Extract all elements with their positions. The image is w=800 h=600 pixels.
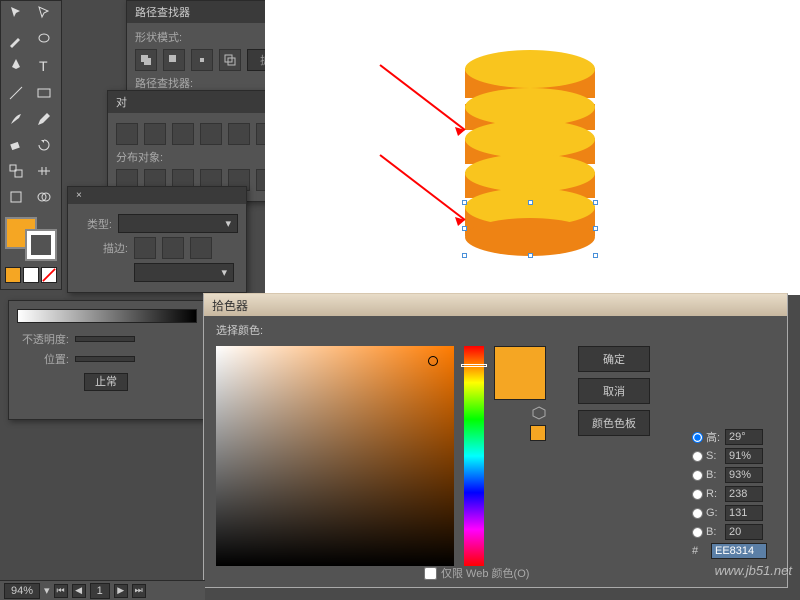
hue-slider[interactable] bbox=[464, 346, 484, 566]
selection-tool[interactable] bbox=[3, 3, 29, 25]
ok-button[interactable]: 确定 bbox=[578, 346, 650, 372]
color-picker-dialog: 拾色器 选择颜色: 确定 取消 颜色色板 高:29° S:91% B:93% R… bbox=[203, 293, 788, 588]
r-field[interactable]: 238 bbox=[725, 486, 763, 502]
h-radio[interactable] bbox=[692, 432, 703, 443]
align-right-icon[interactable] bbox=[172, 123, 194, 145]
swatch-fill[interactable] bbox=[5, 267, 21, 283]
web-only-input[interactable] bbox=[424, 567, 437, 580]
selection-handle[interactable] bbox=[593, 253, 598, 258]
align-vcenter-icon[interactable] bbox=[228, 123, 250, 145]
bb-field[interactable]: 20 bbox=[725, 524, 763, 540]
s-radio[interactable] bbox=[692, 451, 703, 462]
hex-field[interactable]: EE8314 bbox=[711, 543, 767, 559]
position-field[interactable] bbox=[75, 356, 135, 362]
intersect-icon[interactable] bbox=[191, 49, 213, 71]
scale-tool[interactable] bbox=[3, 160, 29, 182]
h-field[interactable]: 29° bbox=[725, 429, 763, 445]
swatch-none[interactable] bbox=[41, 267, 57, 283]
color-preview bbox=[494, 346, 546, 400]
stroke-icon[interactable] bbox=[190, 237, 212, 259]
zoom-field[interactable]: 94% bbox=[4, 583, 40, 599]
last-page-button[interactable]: ⏭ bbox=[132, 584, 146, 598]
s-field[interactable]: 91% bbox=[725, 448, 763, 464]
cancel-button[interactable]: 取消 bbox=[578, 378, 650, 404]
eraser-tool[interactable] bbox=[3, 134, 29, 156]
direct-select-tool[interactable] bbox=[31, 3, 57, 25]
unite-icon[interactable] bbox=[135, 49, 157, 71]
hue-marker[interactable] bbox=[461, 364, 487, 367]
stroke-label: 描边: bbox=[76, 240, 128, 256]
type-dropdown[interactable]: ▾ bbox=[118, 214, 238, 233]
web-only-checkbox[interactable]: 仅限 Web 颜色(O) bbox=[424, 565, 529, 581]
stroke-icon[interactable] bbox=[134, 237, 156, 259]
lasso-tool[interactable] bbox=[31, 29, 57, 51]
hsb-rgb-fields: 高:29° S:91% B:93% R:238 G:131 B:20 #EE83… bbox=[692, 426, 767, 562]
magic-wand-tool[interactable] bbox=[3, 29, 29, 51]
page-field[interactable]: 1 bbox=[90, 583, 110, 599]
swatch-gradient[interactable] bbox=[23, 267, 39, 283]
b-field[interactable]: 93% bbox=[725, 467, 763, 483]
toolbox: T bbox=[0, 0, 62, 290]
stroke-weight-dropdown[interactable]: ▾ bbox=[134, 263, 234, 282]
gradient-panel: 不透明度: 位置: 止常 bbox=[8, 300, 204, 420]
cube-icon bbox=[532, 406, 546, 420]
b-radio[interactable] bbox=[692, 470, 703, 481]
pen-tool[interactable] bbox=[3, 55, 29, 77]
old-color-swatch[interactable] bbox=[530, 425, 546, 441]
r-radio[interactable] bbox=[692, 489, 703, 500]
prev-page-button[interactable]: ◀ bbox=[72, 584, 86, 598]
selection-handle[interactable] bbox=[593, 226, 598, 231]
shape-builder-tool[interactable] bbox=[31, 186, 57, 208]
canvas[interactable] bbox=[265, 0, 800, 295]
panel-title: 对 bbox=[116, 94, 127, 110]
selection-handle[interactable] bbox=[528, 253, 533, 258]
exclude-icon[interactable] bbox=[219, 49, 241, 71]
selection-handle[interactable] bbox=[528, 200, 533, 205]
first-page-button[interactable]: ⏮ bbox=[54, 584, 68, 598]
position-label: 位置: bbox=[17, 351, 69, 367]
watermark: www.jb51.net bbox=[715, 563, 792, 578]
saturation-value-box[interactable] bbox=[216, 346, 454, 566]
color-well[interactable] bbox=[5, 217, 57, 257]
opacity-field[interactable] bbox=[75, 336, 135, 342]
rotate-tool[interactable] bbox=[31, 134, 57, 156]
line-tool[interactable] bbox=[3, 82, 29, 104]
svg-text:T: T bbox=[39, 58, 48, 74]
stop-label: 止常 bbox=[84, 373, 128, 391]
annotation-arrows bbox=[375, 60, 485, 240]
width-tool[interactable] bbox=[31, 160, 57, 182]
rectangle-tool[interactable] bbox=[31, 82, 57, 104]
pencil-tool[interactable] bbox=[31, 108, 57, 130]
brush-tool[interactable] bbox=[3, 108, 29, 130]
dialog-title[interactable]: 拾色器 bbox=[204, 294, 787, 316]
align-hcenter-icon[interactable] bbox=[144, 123, 166, 145]
panel-title: 路径查找器 bbox=[135, 4, 190, 20]
stroke-color[interactable] bbox=[25, 229, 57, 261]
sv-marker[interactable] bbox=[428, 356, 438, 366]
select-color-label: 选择颜色: bbox=[216, 325, 263, 337]
selection-handle[interactable] bbox=[593, 200, 598, 205]
minus-front-icon[interactable] bbox=[163, 49, 185, 71]
opacity-label: 不透明度: bbox=[17, 331, 69, 347]
align-top-icon[interactable] bbox=[200, 123, 222, 145]
close-icon[interactable]: × bbox=[76, 190, 82, 201]
swatches-button[interactable]: 颜色色板 bbox=[578, 410, 650, 436]
g-field[interactable]: 131 bbox=[725, 505, 763, 521]
type-panel: × 类型: ▾ 描边: ▾ bbox=[67, 186, 247, 293]
next-page-button[interactable]: ▶ bbox=[114, 584, 128, 598]
type-label: 类型: bbox=[76, 216, 112, 232]
g-radio[interactable] bbox=[692, 508, 703, 519]
selection-handle[interactable] bbox=[462, 253, 467, 258]
type-tool[interactable]: T bbox=[31, 55, 57, 77]
stroke-icon[interactable] bbox=[162, 237, 184, 259]
gradient-slider[interactable] bbox=[17, 309, 197, 323]
bb-radio[interactable] bbox=[692, 527, 703, 538]
align-left-icon[interactable] bbox=[116, 123, 138, 145]
status-bar: 94% ▾ ⏮ ◀ 1 ▶ ⏭ bbox=[0, 580, 205, 600]
free-transform-tool[interactable] bbox=[3, 186, 29, 208]
